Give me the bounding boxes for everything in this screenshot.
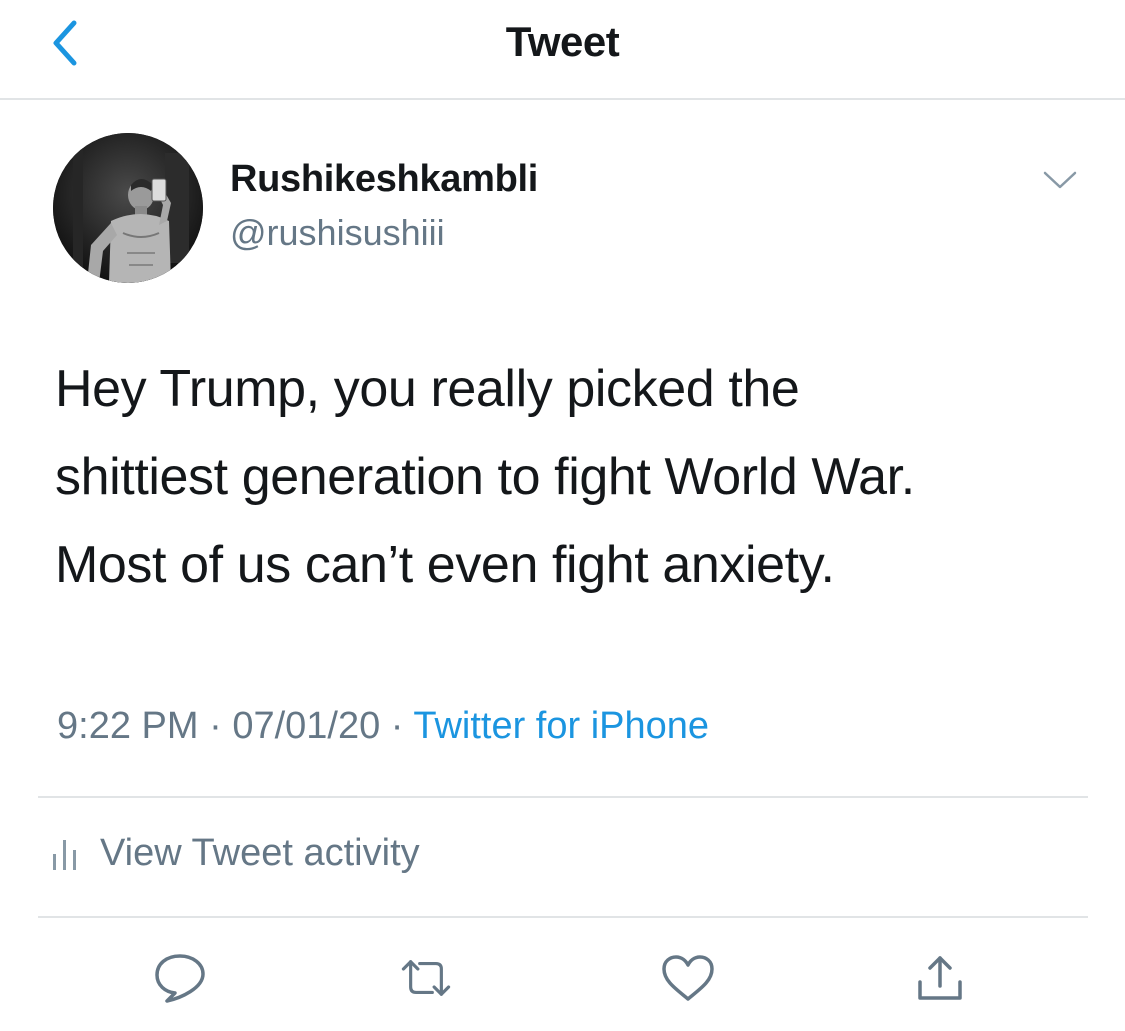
author-display-name[interactable]: Rushikeshkambli [230,158,538,201]
more-options-button[interactable] [1038,163,1082,197]
author-handle[interactable]: @rushisushiii [230,212,445,254]
page-title: Tweet [505,18,620,65]
avatar-image [53,133,203,283]
share-button[interactable] [912,950,968,1006]
meta-separator: · [209,705,233,747]
avatar[interactable] [53,133,203,283]
divider [38,916,1088,918]
reply-button[interactable] [152,950,208,1006]
tweet-meta: 9:22 PM · 07/01/20 · Twitter for iPhone [57,705,709,748]
navigation-bar: Tweet [0,0,1125,100]
tweet-text: Hey Trump, you really picked the shittie… [55,345,1095,609]
tweet-date: 07/01/20 [232,705,381,747]
view-tweet-activity-label: View Tweet activity [100,832,420,874]
tweet-time: 9:22 PM [57,705,199,747]
chevron-down-icon [1043,171,1077,189]
meta-separator: · [390,705,414,747]
divider [38,796,1088,798]
heart-icon [662,955,714,1001]
tweet-text-line: Most of us can’t even fight anxiety. [55,536,835,594]
like-button[interactable] [660,950,716,1006]
share-icon [918,956,962,1000]
retweet-button[interactable] [398,950,454,1006]
tweet-detail-screen: Tweet Rushikeshkambli @rushisushiii Hey … [0,0,1125,1031]
tweet-text-line: Hey Trump, you really picked the [55,360,800,418]
retweet-icon [401,960,451,996]
view-tweet-activity-button[interactable]: View Tweet activity [50,832,420,875]
bar-chart-icon [53,839,76,870]
tweet-text-line: shittiest generation to fight World War. [55,448,915,506]
tweet-source-link[interactable]: Twitter for iPhone [413,705,709,747]
reply-icon [155,954,205,1003]
